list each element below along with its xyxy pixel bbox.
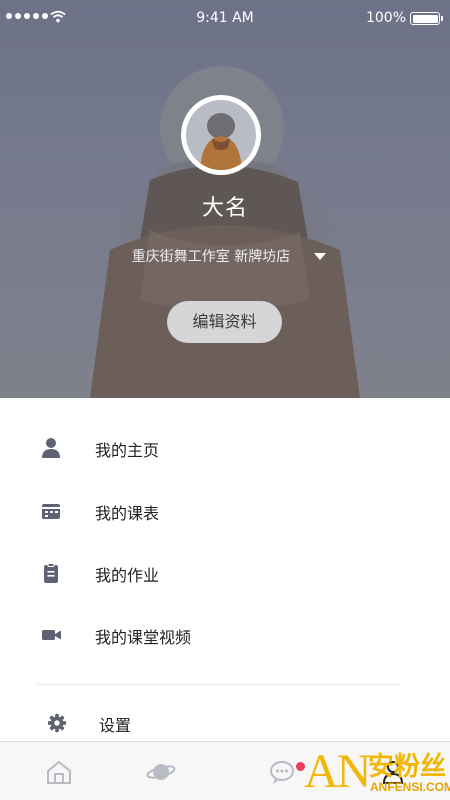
- video-camera-icon: [42, 630, 61, 640]
- menu-item-my-homework[interactable]: 我的作业: [0, 542, 450, 604]
- home-icon[interactable]: [44, 758, 74, 786]
- avatar-photo: [186, 100, 256, 170]
- menu-item-label: 我的主页: [95, 441, 160, 460]
- gear-icon: [47, 713, 67, 733]
- profile-header: 9:41 AM 100% 大名 重庆街舞工作室 新牌坊店 编辑资料: [0, 0, 450, 398]
- battery-icon: [410, 12, 443, 25]
- avatar[interactable]: [181, 95, 261, 175]
- menu-item-label: 我的作业: [95, 566, 160, 585]
- clipboard-icon: [44, 563, 58, 583]
- edit-profile-button[interactable]: 编辑资料: [167, 301, 282, 343]
- studio-name: 重庆街舞工作室 新牌坊店: [131, 249, 291, 265]
- menu-item-my-homepage[interactable]: 我的主页: [0, 417, 450, 479]
- profile-name: 大名: [201, 196, 248, 221]
- menu-item-label: 设置: [99, 716, 132, 735]
- caret-down-icon[interactable]: [314, 253, 326, 260]
- menu-item-my-schedule[interactable]: 我的课表: [0, 480, 450, 542]
- menu-item-label: 我的课堂视频: [95, 628, 192, 647]
- planet-icon[interactable]: [146, 758, 176, 786]
- watermark-name: 安粉丝: [368, 752, 447, 782]
- menu-item-label: 我的课表: [95, 504, 160, 523]
- schedule-icon: [42, 504, 60, 519]
- watermark-brand: AN: [304, 745, 371, 798]
- battery-percentage: 100%: [365, 10, 406, 26]
- divider: [37, 684, 400, 685]
- studio-selector[interactable]: 重庆街舞工作室 新牌坊店: [0, 246, 450, 266]
- person-icon: [42, 438, 60, 458]
- watermark-logo: AN 安粉丝 ANFENSI.COM: [300, 744, 450, 800]
- status-bar: 9:41 AM 100%: [0, 0, 450, 36]
- chat-bubble-icon[interactable]: [268, 758, 298, 786]
- watermark-url: ANFENSI.COM: [370, 780, 450, 794]
- menu-item-my-class-videos[interactable]: 我的课堂视频: [0, 604, 450, 666]
